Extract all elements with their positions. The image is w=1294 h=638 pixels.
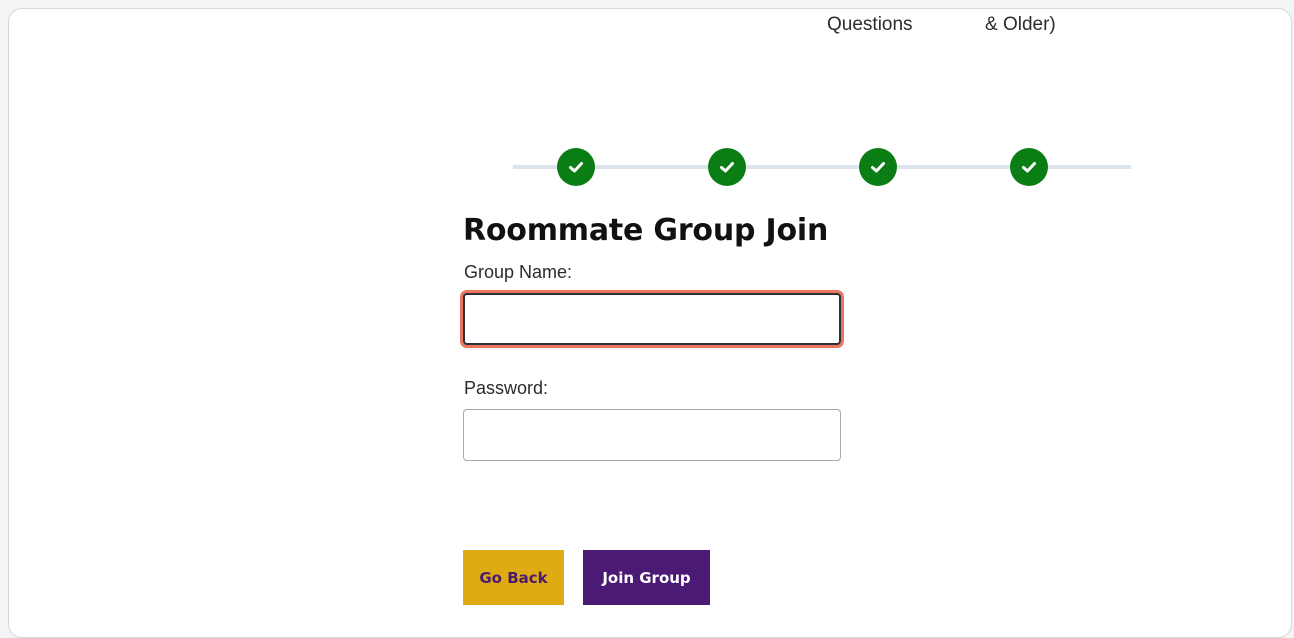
step-4-complete [1010, 148, 1048, 186]
step-label-older: & Older) [985, 14, 1056, 35]
password-label: Password: [464, 378, 549, 398]
step-3-complete [859, 148, 897, 186]
group-name-input[interactable] [463, 293, 841, 345]
step-1-complete [557, 148, 595, 186]
group-name-label: Group Name: [464, 262, 573, 282]
join-group-button[interactable]: Join Group [583, 550, 710, 605]
password-input[interactable] [463, 409, 841, 461]
go-back-button[interactable]: Go Back [463, 550, 564, 605]
step-label-questions: Questions [827, 14, 913, 35]
check-icon [720, 162, 734, 173]
check-icon [569, 162, 583, 173]
check-icon [871, 162, 885, 173]
page-title: Roommate Group Join [463, 213, 829, 248]
page-card: Questions & Older) Roommate Group Join G… [8, 8, 1292, 638]
check-icon [1022, 162, 1036, 173]
step-2-complete [708, 148, 746, 186]
